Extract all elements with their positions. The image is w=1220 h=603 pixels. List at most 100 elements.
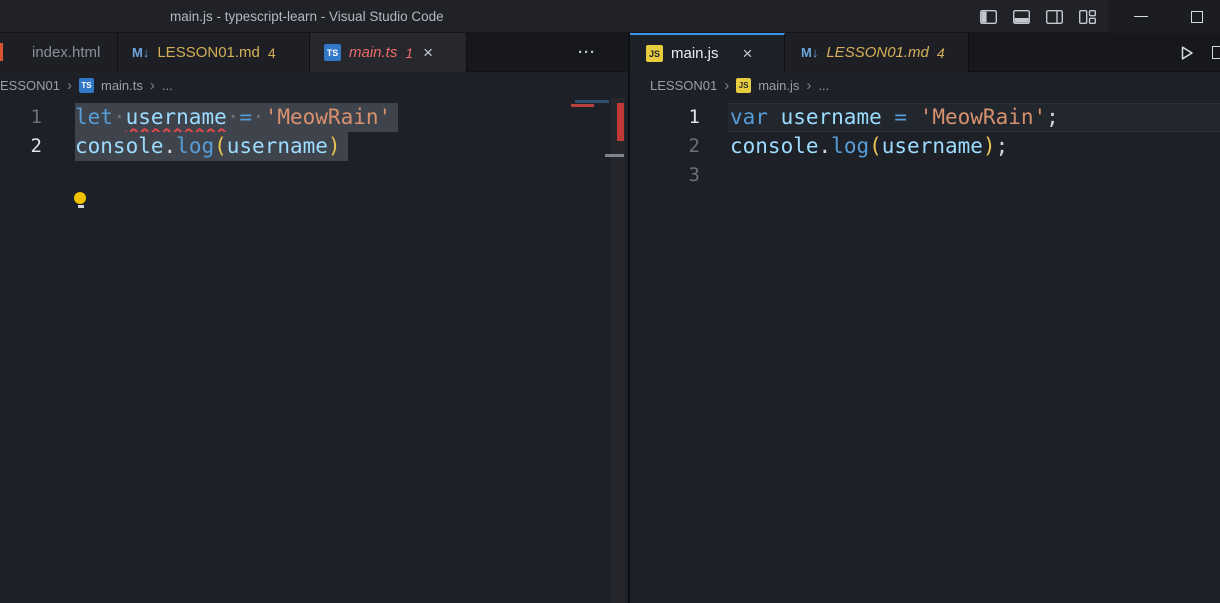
whitespace-dot: ·: [252, 105, 265, 129]
tab-label: main.js: [671, 45, 719, 62]
tab-label: LESSON01.md: [826, 44, 929, 61]
code-token: (: [869, 134, 882, 158]
whitespace-dot: ·: [227, 105, 240, 129]
tab-main-ts[interactable]: TS main.ts 1 ×: [310, 33, 467, 72]
layout-sidebar-right-icon: [1046, 10, 1063, 24]
code-token-error: username: [126, 105, 227, 129]
play-icon: [1179, 45, 1195, 61]
code-token: username: [882, 134, 983, 158]
lightbulb-quickfix-icon[interactable]: [74, 192, 87, 209]
layout-panel-icon: [1013, 10, 1030, 24]
breadcrumb-file[interactable]: main.ts: [101, 78, 143, 93]
chevron-right-icon: ›: [150, 77, 155, 94]
close-tab-icon[interactable]: ×: [421, 44, 435, 61]
breadcrumb-symbol[interactable]: ...: [818, 78, 829, 93]
code-token: console: [730, 134, 819, 158]
markdown-file-icon: M↓: [132, 44, 149, 61]
breadcrumb-file[interactable]: main.js: [758, 78, 799, 93]
vscode-window: main.js - typescript-learn - Visual Stud…: [0, 0, 1220, 603]
split-editor-icon[interactable]: [1212, 46, 1220, 59]
code-line: 2 console.log(username): [0, 132, 628, 161]
editor-group-right: JS main.js × M↓ LESSON01.md 4 LESSON01 ›…: [628, 33, 1220, 603]
code-token: [768, 105, 781, 129]
breadcrumbs-right: LESSON01 › JS main.js › ...: [630, 72, 1220, 98]
code-token: ;: [996, 134, 1009, 158]
minimize-button[interactable]: [1124, 0, 1158, 33]
code-lines: 1 let·username·=·'MeowRain' 2 console.lo…: [0, 98, 628, 161]
selection-highlight: console.log(username): [75, 132, 348, 161]
code-token: .: [819, 134, 832, 158]
code-line: 2 console.log(username);: [630, 132, 1220, 161]
code-token: ): [328, 134, 341, 158]
breadcrumb-folder[interactable]: LESSON01: [650, 78, 717, 93]
maximize-icon: [1191, 11, 1203, 23]
code-token: ;: [1046, 105, 1059, 129]
chevron-right-icon: ›: [67, 77, 72, 94]
line-number: 2: [0, 132, 42, 161]
code-token: username: [227, 134, 328, 158]
code-line: 1 let·username·=·'MeowRain': [0, 103, 628, 132]
code-token: .: [164, 134, 177, 158]
typescript-file-icon: TS: [79, 78, 94, 93]
toggle-panel-button[interactable]: [1004, 0, 1038, 33]
run-file-button[interactable]: [1176, 42, 1198, 64]
tab-bar-left: index.html M↓ LESSON01.md 4 TS main.ts 1…: [0, 33, 628, 72]
code-line: 1 var username = 'MeowRain';: [630, 103, 1220, 132]
customize-layout-icon: [1079, 10, 1096, 24]
editor-group-left: index.html M↓ LESSON01.md 4 TS main.ts 1…: [0, 33, 628, 603]
tab-main-js[interactable]: JS main.js ×: [630, 33, 785, 72]
javascript-file-icon: JS: [736, 78, 751, 93]
tab-lesson01-md-right[interactable]: M↓ LESSON01.md 4: [785, 33, 969, 72]
layout-sidebar-left-icon: [980, 10, 997, 24]
code-token: let: [75, 105, 113, 129]
more-actions-button[interactable]: ···: [578, 33, 596, 72]
line-number: 1: [630, 103, 700, 132]
code-token: =: [239, 105, 252, 129]
window-title: main.js - typescript-learn - Visual Stud…: [170, 0, 444, 33]
code-token: log: [176, 134, 214, 158]
code-token: 'MeowRain': [265, 105, 391, 129]
code-editor-javascript[interactable]: 1 var username = 'MeowRain'; 2 console.l…: [630, 98, 1220, 603]
html-file-icon: [0, 43, 3, 61]
tab-label: index.html: [32, 44, 100, 61]
selection-highlight: let·username·=·'MeowRain': [75, 103, 398, 132]
line-number: 3: [630, 161, 700, 190]
tab-lesson01-md-left[interactable]: M↓ LESSON01.md 4: [118, 33, 310, 72]
code-token: =: [894, 105, 907, 129]
tab-label: main.ts: [349, 44, 397, 61]
code-token: log: [831, 134, 869, 158]
bulb-base-glyph: [78, 205, 84, 208]
typescript-file-icon: TS: [324, 44, 341, 61]
breadcrumbs-left: ESSON01 › TS main.ts › ...: [0, 72, 628, 98]
whitespace-dot: ·: [113, 105, 126, 129]
javascript-file-icon: JS: [646, 45, 663, 62]
close-tab-icon[interactable]: ×: [741, 45, 755, 62]
code-token: var: [730, 105, 768, 129]
customize-layout-button[interactable]: [1070, 0, 1104, 33]
code-token: username: [781, 105, 882, 129]
chevron-right-icon: ›: [724, 77, 729, 94]
breadcrumb-folder[interactable]: ESSON01: [0, 78, 60, 93]
code-token: ): [983, 134, 996, 158]
tab-label: LESSON01.md: [157, 44, 260, 61]
markdown-file-icon: M↓: [801, 44, 818, 61]
problems-badge: 4: [268, 45, 276, 61]
title-bar: main.js - typescript-learn - Visual Stud…: [0, 0, 1220, 33]
editor-scrollbar[interactable]: [611, 98, 625, 603]
tab-bar-right: JS main.js × M↓ LESSON01.md 4: [630, 33, 1220, 72]
tab-index-html[interactable]: index.html: [0, 33, 118, 72]
code-token: (: [214, 134, 227, 158]
code-editor-typescript[interactable]: 1 let·username·=·'MeowRain' 2 console.lo…: [0, 98, 628, 603]
code-token: 'MeowRain': [920, 105, 1046, 129]
code-token: [907, 105, 920, 129]
breadcrumb-symbol[interactable]: ...: [162, 78, 173, 93]
problems-badge: 4: [937, 45, 945, 61]
bulb-glyph: [74, 192, 86, 204]
code-token: console: [75, 134, 164, 158]
toggle-primary-sidebar-button[interactable]: [971, 0, 1005, 33]
line-number: 1: [0, 103, 42, 132]
code-lines: 1 var username = 'MeowRain'; 2 console.l…: [630, 98, 1220, 190]
toggle-secondary-sidebar-button[interactable]: [1037, 0, 1071, 33]
maximize-button[interactable]: [1180, 0, 1214, 33]
code-line: 3: [630, 161, 1220, 190]
